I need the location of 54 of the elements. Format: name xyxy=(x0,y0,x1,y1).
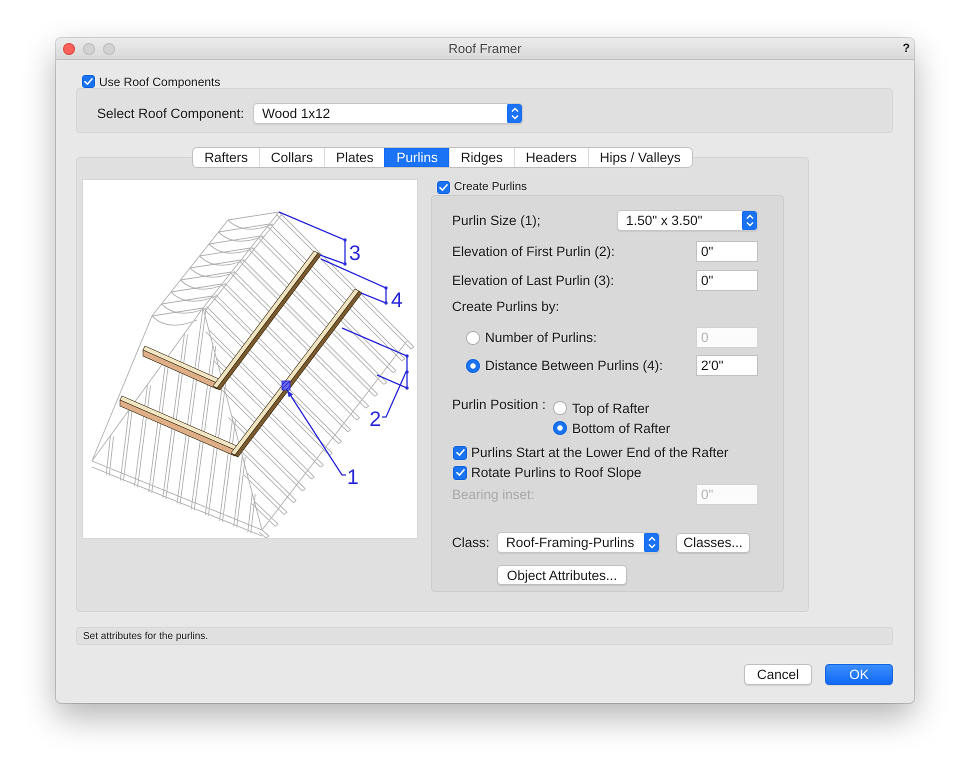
radio-button[interactable] xyxy=(553,401,567,415)
radio-label: Number of Purlins: xyxy=(485,330,597,345)
checkbox-label: Rotate Purlins to Roof Slope xyxy=(471,465,642,480)
dimension-line xyxy=(278,211,347,266)
checkbox[interactable] xyxy=(453,446,467,460)
checkbox-label: Use Roof Components xyxy=(99,74,220,88)
input-field[interactable]: 2'0" xyxy=(696,355,758,376)
dialog-button[interactable]: OK xyxy=(825,664,893,685)
callout-label: 3 xyxy=(349,242,361,265)
marker-icon xyxy=(282,380,290,390)
field-label: Elevation of First Purlin (2): xyxy=(452,244,615,259)
tab[interactable]: Collars xyxy=(258,148,324,167)
field-label: Class: xyxy=(452,535,491,550)
field-label: Elevation of Last Purlin (3): xyxy=(452,273,614,288)
radio-button[interactable] xyxy=(553,421,567,435)
dropdown[interactable]: Wood 1x12 xyxy=(253,103,524,124)
tab[interactable]: Purlins xyxy=(384,148,449,167)
checkbox[interactable] xyxy=(437,180,450,194)
checkbox-label: Purlins Start at the Lower End of the Rafter xyxy=(471,445,728,460)
up-down-chevron-icon xyxy=(644,533,659,552)
window-title: Roof Framer xyxy=(448,40,522,56)
object-attributes-button[interactable]: Object Attributes... xyxy=(497,565,627,585)
checkmark-icon xyxy=(456,469,464,476)
callout-label: 4 xyxy=(391,289,403,312)
checkbox-label: Create Purlins xyxy=(454,180,527,194)
dialog-button[interactable]: Cancel xyxy=(744,664,812,685)
input-field[interactable]: 0" xyxy=(696,241,758,262)
field-label: Select Roof Component: xyxy=(97,105,244,123)
callout-label: 1 xyxy=(347,466,359,489)
checkmark-icon xyxy=(439,184,448,190)
callout-label: 2 xyxy=(369,408,381,431)
dropdown[interactable]: Roof-Framing-Purlins xyxy=(497,532,660,553)
checkbox[interactable] xyxy=(453,466,467,480)
field-label: Purlin Position : xyxy=(452,398,547,412)
up-down-chevron-icon xyxy=(507,104,522,123)
help-button[interactable]: ? xyxy=(902,42,910,55)
checkbox[interactable] xyxy=(82,75,95,88)
radio-label: Bottom of Rafter xyxy=(572,420,670,436)
section-label: Create Purlins by: xyxy=(452,299,560,315)
close-icon[interactable] xyxy=(63,42,75,54)
tab[interactable]: Rafters xyxy=(193,148,259,167)
radio-label: Distance Between Purlins (4): xyxy=(485,358,663,373)
status-text: Set attributes for the purlins. xyxy=(83,630,208,642)
checkmark-icon xyxy=(456,449,464,456)
tab[interactable]: Headers xyxy=(514,148,588,167)
checkmark-icon xyxy=(84,78,93,85)
tab[interactable]: Ridges xyxy=(448,148,514,167)
up-down-chevron-icon xyxy=(742,211,757,230)
dropdown[interactable]: 1.50" x 3.50" xyxy=(617,210,758,231)
field-label: Purlin Size (1); xyxy=(452,213,541,228)
radio-button[interactable] xyxy=(466,358,480,372)
classes-button[interactable]: Classes... xyxy=(676,532,750,552)
radio-label: Top of Rafter xyxy=(572,400,650,416)
input-field[interactable]: 0" xyxy=(696,270,758,291)
